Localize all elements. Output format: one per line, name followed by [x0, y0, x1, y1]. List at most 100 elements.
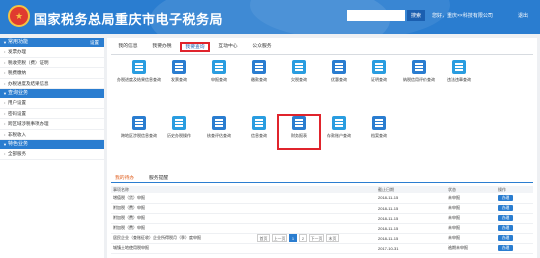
cell-action: 办理 — [496, 223, 533, 234]
main-panel: 我的信息 我要办税 我要查询 互动中心 公众服务 办税进度及结果信息查询 发票查询… — [107, 38, 537, 258]
handle-button[interactable]: 办理 — [498, 215, 513, 221]
tile-label: 财务报表 — [291, 133, 307, 138]
cell-name: 附加税（费）申报 — [111, 203, 376, 214]
tab-divider — [111, 54, 533, 55]
sidebar-item-label: 办税进度及结果信息 — [8, 80, 49, 86]
audit-icon — [212, 116, 226, 130]
arrears-icon — [292, 60, 306, 74]
prev-page-button[interactable]: 上一页 — [272, 234, 287, 242]
site-title: 国家税务总局重庆市电子税务局 — [34, 12, 224, 27]
sidebar-item[interactable]: • 办税进度及结果信息 — [0, 79, 104, 89]
sidebar-item[interactable]: • 发票办理 — [0, 47, 104, 58]
tab-my-todo[interactable]: 我的待办 — [115, 174, 134, 183]
preference-icon — [332, 60, 346, 74]
violation-icon — [452, 60, 466, 74]
last-page-button[interactable]: 末页 — [326, 234, 339, 242]
tile-label: 纳税信用评价查询 — [403, 77, 435, 82]
page-button[interactable]: 1 — [289, 234, 297, 242]
tile-credit[interactable]: 纳税信用评价查询 — [399, 60, 439, 92]
sidebar-item-label: 税费缴纳 — [8, 70, 26, 75]
cell-action: 办理 — [496, 213, 533, 224]
tile-payment[interactable]: 缴款查询 — [239, 60, 279, 92]
sidebar-item[interactable]: • 跨区域涉税事项办理 — [0, 119, 104, 130]
search-button[interactable]: 搜索 — [407, 10, 425, 21]
sidebar-section-common[interactable]: ▼ 常用功能 设置 — [0, 38, 104, 47]
handle-button[interactable]: 办理 — [498, 225, 513, 231]
bullet-icon: • — [4, 100, 6, 105]
sidebar-item[interactable]: • 非税收入 — [0, 130, 104, 140]
tile-label: 核查评估查询 — [207, 133, 231, 138]
user-greeting: 您好，重庆××科技有限公司 — [432, 13, 493, 19]
tile-label: 历史办税操作 — [167, 133, 191, 138]
progress-icon — [132, 60, 146, 74]
sidebar-settings-link[interactable]: 设置 — [90, 38, 99, 47]
sidebar-section-query[interactable]: ▼ 查询业务 — [0, 89, 104, 98]
handle-button[interactable]: 办理 — [498, 245, 513, 251]
handle-button[interactable]: 办理 — [498, 205, 513, 211]
tile-history[interactable]: 历史办税操作 — [159, 116, 199, 148]
chevron-down-icon: ▼ — [3, 40, 7, 45]
history-icon — [172, 116, 186, 130]
sidebar-item-label: 非税收入 — [8, 131, 26, 137]
handle-button[interactable]: 办理 — [498, 194, 513, 201]
tab-public-service[interactable]: 公众服务 — [247, 42, 277, 52]
first-page-button[interactable]: 首页 — [257, 234, 270, 242]
tile-cross-region[interactable]: 跨地区涉税信息查询 — [119, 116, 159, 148]
tile-preference[interactable]: 优惠查询 — [319, 60, 359, 92]
tile-audit[interactable]: 核查评估查询 — [199, 116, 239, 148]
table-row: 增值税（货）申报 2018-11-15 未申报 办理 — [111, 193, 533, 204]
chevron-down-icon: ▼ — [3, 91, 7, 96]
certificate-icon — [372, 60, 386, 74]
table-header-row: 事项名称 截止日期 状态 操作 — [111, 186, 533, 193]
tile-arrears[interactable]: 欠税查询 — [279, 60, 319, 92]
tab-do-tax[interactable]: 我要办税 — [147, 42, 177, 52]
tab-interaction[interactable]: 互动中心 — [213, 42, 243, 52]
tile-certificate[interactable]: 证明查询 — [359, 60, 399, 92]
tile-archive[interactable]: 档案查询 — [359, 116, 399, 148]
sidebar-item-label: 全部服务 — [8, 151, 26, 156]
archive-icon — [372, 116, 386, 130]
cell-status: 逾期未申报 — [446, 243, 496, 254]
column-header: 操作 — [496, 186, 533, 193]
cross-region-icon — [132, 116, 146, 130]
cell-status: 未申报 — [446, 233, 496, 244]
bullet-icon: • — [4, 121, 6, 126]
table-row: 附加税（费）申报 2018-11-15 未申报 办理 — [111, 213, 533, 224]
tab-my-info[interactable]: 我的信息 — [113, 42, 143, 52]
cell-date: 2018-11-15 — [376, 203, 446, 214]
cell-action: 办理 — [496, 193, 533, 204]
tile-label: 跨地区涉税信息查询 — [121, 133, 157, 138]
column-header: 截止日期 — [376, 186, 446, 193]
sidebar-section-special[interactable]: ▼ 特色业务 — [0, 140, 104, 149]
tile-declaration[interactable]: 申报查询 — [199, 60, 239, 92]
sidebar-item[interactable]: • 用户设置 — [0, 98, 104, 109]
logout-link[interactable]: 退出 — [518, 12, 528, 19]
sidebar-item[interactable]: • 税费缴纳 — [0, 68, 104, 79]
tile-violation[interactable]: 违法违章查询 — [439, 60, 479, 92]
tile-info[interactable]: 信息查询 — [239, 116, 279, 148]
financial-report-icon — [292, 116, 306, 130]
bullet-icon: • — [4, 131, 6, 137]
tile-bank-account[interactable]: 存款账户查询 — [319, 116, 359, 148]
cell-status: 未申报 — [446, 203, 496, 214]
tab-query[interactable]: 我要查询 — [180, 42, 210, 52]
site-header: ★ 国家税务总局重庆市电子税务局 搜索 您好，重庆××科技有限公司 退出 — [0, 0, 540, 34]
tile-financial-report[interactable]: 财务报表 — [277, 114, 321, 150]
tile-progress[interactable]: 办税进度及结果信息查询 — [117, 60, 161, 92]
cell-name: 附加税（费）申报 — [111, 223, 376, 234]
cell-name: 城镇土地使用税申报 — [111, 243, 376, 254]
tile-label: 申报查询 — [211, 77, 227, 82]
search-input[interactable] — [347, 10, 405, 21]
sidebar-item[interactable]: • 税收完税（费）证明 — [0, 58, 104, 68]
tile-label: 证明查询 — [371, 77, 387, 82]
tile-invoice[interactable]: 发票查询 — [159, 60, 199, 92]
page-button[interactable]: 2 — [299, 234, 307, 242]
sidebar-item[interactable]: • 密码设置 — [0, 109, 104, 119]
tile-label: 欠税查询 — [291, 77, 307, 82]
tab-service-reminder[interactable]: 服务提醒 — [149, 174, 168, 183]
sidebar-section-title: 查询业务 — [8, 90, 29, 96]
handle-button[interactable]: 办理 — [498, 235, 513, 241]
next-page-button[interactable]: 下一页 — [309, 234, 324, 242]
sidebar-item-label: 税收完税（费）证明 — [8, 59, 49, 65]
sidebar-item[interactable]: • 全部服务 — [0, 149, 104, 160]
